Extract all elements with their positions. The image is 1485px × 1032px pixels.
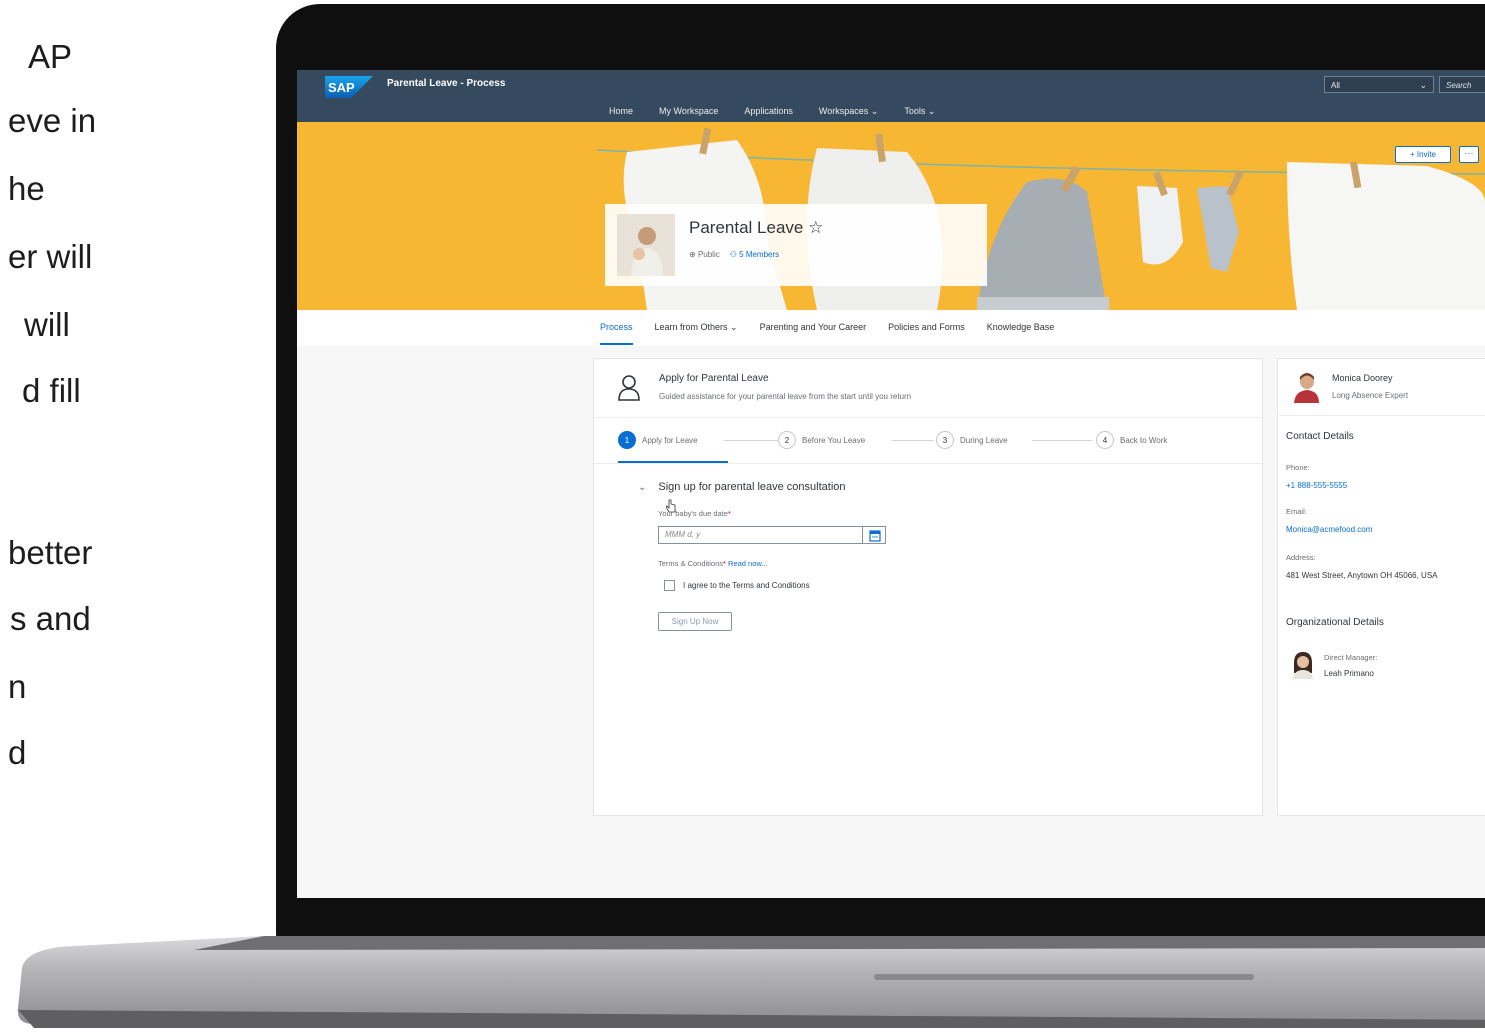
workspace-title: Parental Leave ☆ [689, 218, 824, 237]
tab-learn-from-others[interactable]: Learn from Others ⌄ [655, 322, 738, 333]
step-label: Before You Leave [802, 435, 866, 445]
organizational-details-heading: Organizational Details [1286, 617, 1384, 628]
contact-details-heading: Contact Details [1286, 431, 1354, 442]
step-apply-for-leave[interactable]: 1 Apply for Leave [618, 431, 698, 449]
calendar-icon [869, 530, 881, 542]
calendar-button[interactable] [862, 526, 886, 544]
slide-line: er will [8, 238, 93, 275]
slide-line: eve in [8, 102, 97, 139]
nav-workspaces[interactable]: Workspaces ⌄ [819, 106, 878, 117]
svg-text:SAP: SAP [328, 80, 355, 95]
globe-icon: ⊕ [689, 250, 698, 259]
nav-tools[interactable]: Tools ⌄ [904, 106, 935, 117]
email-label: Email: [1286, 507, 1307, 516]
app-title: Parental Leave - Process [387, 78, 506, 89]
visibility-label: ⊕ Public [689, 250, 720, 259]
workspace-banner: + Invite ··· Parental Leave ☆ ⊕ Public ⚇… [297, 122, 1485, 310]
nav-my-workspace[interactable]: My Workspace [659, 106, 718, 117]
step-before-you-leave[interactable]: 2 Before You Leave [778, 431, 865, 449]
address-value: 481 West Street, Anytown OH 45066, USA [1286, 571, 1438, 580]
email-link[interactable]: Monica@acmefood.com [1286, 525, 1485, 535]
active-step-indicator [618, 461, 728, 463]
slide-line: s and [10, 600, 91, 637]
step-back-to-work[interactable]: 4 Back to Work [1096, 431, 1167, 449]
expert-role: Long Absence Expert [1332, 391, 1409, 400]
search-scope-value: All [1331, 81, 1340, 90]
invite-button[interactable]: + Invite [1395, 146, 1451, 163]
step-connector [1032, 440, 1092, 441]
step-label: Back to Work [1120, 435, 1168, 445]
people-icon: ⚇ [729, 250, 740, 259]
workspace-header-card: Parental Leave ☆ ⊕ Public ⚇ 5 Members [605, 204, 987, 286]
workspace-avatar [617, 214, 675, 276]
tab-knowledge-base[interactable]: Knowledge Base [987, 322, 1055, 333]
slide-line: d fill [22, 372, 81, 409]
step-number: 3 [936, 431, 954, 449]
slide-line: will [24, 306, 70, 343]
shell-bar: SAP Parental Leave - Process Home My Wor… [297, 70, 1485, 122]
slide-line: he [8, 170, 45, 207]
laptop-base [17, 936, 1485, 1028]
step-number: 2 [778, 431, 796, 449]
expert-name[interactable]: Monica Doorey [1332, 373, 1393, 383]
slide-text-column: AP eve in he er will will d fill better … [0, 0, 140, 1031]
step-connector [724, 440, 778, 441]
app-screen: SAP Parental Leave - Process Home My Wor… [297, 70, 1485, 898]
manager-label: Direct Manager: [1324, 653, 1378, 662]
agree-checkbox-row[interactable]: I agree to the Terms and Conditions [664, 580, 810, 591]
workspace-meta: ⊕ Public ⚇ 5 Members [689, 250, 779, 259]
tab-policies-forms[interactable]: Policies and Forms [888, 322, 965, 333]
section-title: Sign up for parental leave consultation [658, 481, 846, 493]
sap-logo: SAP [325, 76, 373, 98]
phone-link[interactable]: +1 888-555-5555 [1286, 481, 1485, 491]
step-number: 1 [618, 431, 636, 449]
tab-parenting-career[interactable]: Parenting and Your Career [760, 322, 867, 333]
process-title: Apply for Parental Leave [659, 373, 769, 384]
due-date-label: Your baby's due date* [658, 509, 731, 518]
divider [1278, 415, 1485, 416]
terms-label: Terms & Conditions* Read now... [658, 559, 768, 568]
workspace-tabs: Process Learn from Others ⌄ Parenting an… [600, 322, 1055, 345]
manager-name[interactable]: Leah Primano [1324, 669, 1374, 678]
slide-line: n [8, 668, 27, 705]
step-connector [892, 440, 934, 441]
step-label: Apply for Leave [642, 435, 698, 445]
process-card: Apply for Parental Leave Guided assistan… [593, 358, 1263, 816]
tab-process[interactable]: Process [600, 322, 633, 345]
process-steps: 1 Apply for Leave 2 Before You Leave 3 D… [594, 417, 1262, 513]
phone-label: Phone: [1286, 463, 1310, 472]
search-scope-select[interactable]: All ⌄ [1324, 76, 1434, 93]
top-navigation: Home My Workspace Applications Workspace… [609, 106, 935, 117]
step-number: 4 [1096, 431, 1114, 449]
expert-avatar [1294, 373, 1319, 403]
read-now-link[interactable]: Read now... [728, 559, 768, 568]
section-consultation[interactable]: ⌄ Sign up for parental leave consultatio… [638, 481, 846, 493]
agree-checkbox[interactable] [664, 580, 675, 591]
slide-line: d [8, 734, 27, 771]
process-header: Apply for Parental Leave Guided assistan… [594, 359, 1262, 418]
more-options-button[interactable]: ··· [1459, 146, 1479, 163]
tabs-bar: Process Learn from Others ⌄ Parenting an… [297, 310, 1485, 346]
members-link[interactable]: ⚇ 5 Members [730, 250, 779, 259]
sign-up-button[interactable]: Sign Up Now [658, 612, 732, 631]
address-label: Address: [1286, 553, 1316, 562]
chevron-down-icon: ⌄ [638, 481, 647, 493]
chevron-down-icon: ⌄ [1419, 80, 1427, 90]
search-input[interactable]: Search [1439, 76, 1485, 93]
step-during-leave[interactable]: 3 During Leave [936, 431, 1008, 449]
nav-home[interactable]: Home [609, 106, 633, 117]
nav-applications[interactable]: Applications [744, 106, 793, 117]
slide-line: better [8, 534, 93, 571]
process-subtitle: Guided assistance for your parental leav… [659, 392, 912, 401]
slide-line: AP [28, 38, 73, 75]
agree-label: I agree to the Terms and Conditions [683, 581, 810, 590]
due-date-input[interactable]: MMM d, y [658, 526, 864, 544]
manager-avatar [1293, 652, 1313, 679]
step-label: During Leave [960, 435, 1008, 445]
person-icon [618, 375, 640, 401]
expert-card: Monica Doorey Long Absence Expert Contac… [1277, 358, 1485, 816]
